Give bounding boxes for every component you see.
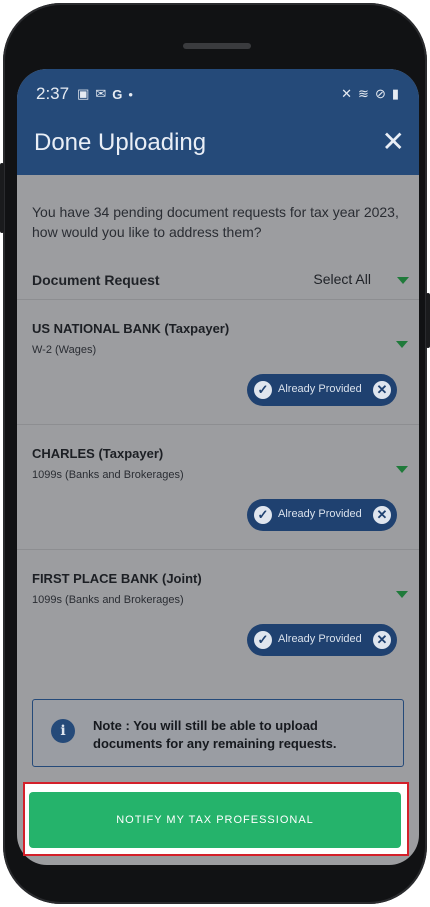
intro-text: You have 34 pending document requests fo… <box>32 204 399 240</box>
badge-label: Already Provided <box>278 383 362 395</box>
image-icon: ▣ <box>77 86 90 101</box>
google-icon: G <box>112 86 123 102</box>
check-icon: ✓ <box>254 506 272 524</box>
remove-icon[interactable]: ✕ <box>373 506 391 524</box>
mail-icon: ✉ <box>95 86 107 101</box>
already-provided-badge[interactable]: ✓ Already Provided ✕ <box>247 374 397 406</box>
request-type: 1099s (Banks and Brokerages) <box>32 469 184 481</box>
phone-frame: 2:37 ▣ ✉ G • ✕ ≋ ⊘ ▮ Done Uploading ✕ Yo… <box>0 3 430 904</box>
dnd-icon: ⊘ <box>374 86 386 101</box>
battery-icon: ▮ <box>391 86 399 101</box>
request-name: US NATIONAL BANK (Taxpayer) <box>32 321 230 336</box>
volume-button <box>0 163 4 233</box>
dot-icon: • <box>128 86 133 102</box>
already-provided-badge[interactable]: ✓ Already Provided ✕ <box>247 499 397 531</box>
check-icon: ✓ <box>254 381 272 399</box>
page-title: Done Uploading <box>34 129 207 156</box>
request-card-3[interactable]: FIRST PLACE BANK (Joint) 1099s (Banks an… <box>17 550 419 674</box>
chevron-down-icon[interactable] <box>396 341 408 348</box>
mute-icon: ✕ <box>341 86 353 101</box>
document-request-label: Document Request <box>32 272 160 288</box>
app-header: 2:37 ▣ ✉ G • ✕ ≋ ⊘ ▮ Done Uploading ✕ <box>17 69 419 175</box>
chevron-down-icon[interactable] <box>396 591 408 598</box>
already-provided-badge[interactable]: ✓ Already Provided ✕ <box>247 624 397 656</box>
speaker-grille <box>183 43 251 49</box>
notify-tax-professional-button[interactable]: NOTIFY MY TAX PROFESSIONAL <box>29 792 401 848</box>
request-name: FIRST PLACE BANK (Joint) <box>32 571 202 586</box>
chevron-down-icon[interactable] <box>396 466 408 473</box>
info-note: i Note : You will still be able to uploa… <box>32 699 404 767</box>
app-screen: 2:37 ▣ ✉ G • ✕ ≋ ⊘ ▮ Done Uploading ✕ Yo… <box>17 69 419 865</box>
badge-label: Already Provided <box>278 508 362 520</box>
info-icon: i <box>51 719 75 743</box>
document-request-header: Document Request Select All <box>32 271 409 291</box>
request-card-2[interactable]: CHARLES (Taxpayer) 1099s (Banks and Brok… <box>17 425 419 549</box>
request-type: W-2 (Wages) <box>32 344 97 356</box>
badge-label: Already Provided <box>278 633 362 645</box>
chevron-down-icon[interactable] <box>397 277 409 284</box>
select-all-button[interactable]: Select All <box>313 271 371 287</box>
request-name: CHARLES (Taxpayer) <box>32 446 164 461</box>
close-icon[interactable]: ✕ <box>382 128 405 156</box>
power-button <box>426 293 430 348</box>
check-icon: ✓ <box>254 631 272 649</box>
status-time: 2:37 <box>36 84 70 103</box>
remove-icon[interactable]: ✕ <box>373 631 391 649</box>
wifi-icon: ≋ <box>358 86 369 101</box>
note-text: Note : You will still be able to upload … <box>93 718 337 751</box>
request-type: 1099s (Banks and Brokerages) <box>32 594 184 606</box>
request-card-1[interactable]: US NATIONAL BANK (Taxpayer) W-2 (Wages) … <box>17 300 419 424</box>
remove-icon[interactable]: ✕ <box>373 381 391 399</box>
status-bar: 2:37 ▣ ✉ G • ✕ ≋ ⊘ ▮ <box>36 83 399 105</box>
